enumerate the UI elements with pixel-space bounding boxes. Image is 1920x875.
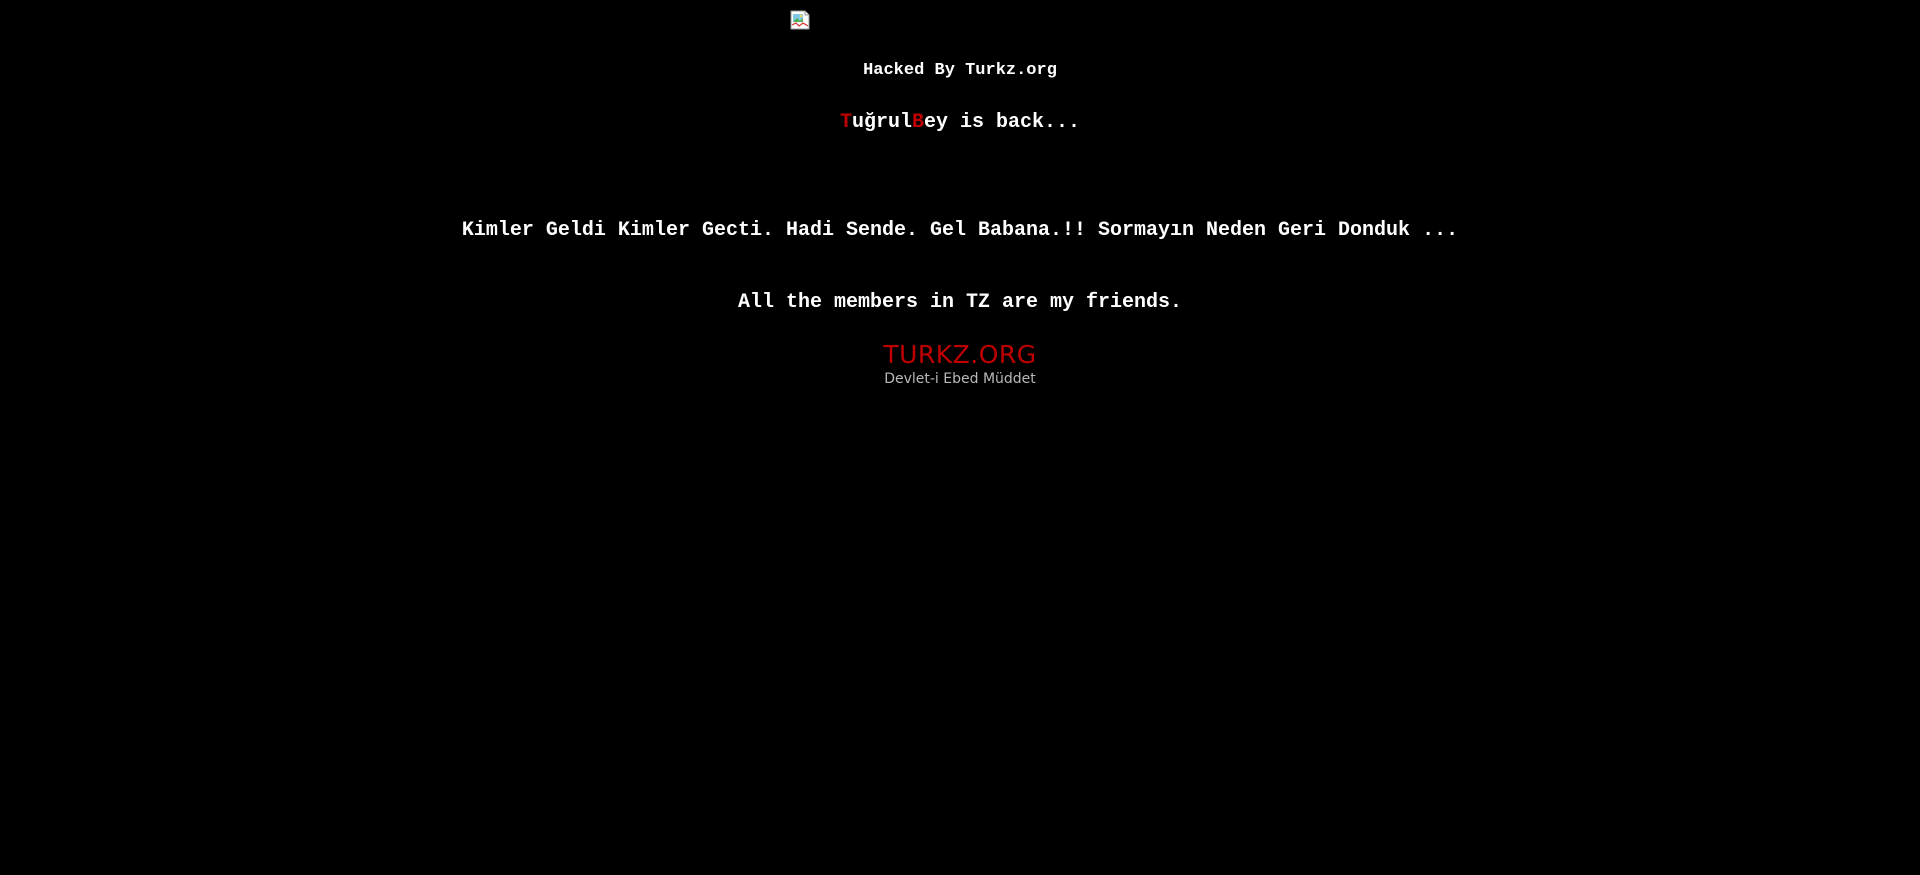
hacked-by-text: Hacked By Turkz.org: [863, 61, 1057, 80]
signature-name-part-2: ey: [924, 111, 949, 134]
signature-name-part-1: uğrul: [851, 111, 912, 134]
friends-heading: All the members in TZ are my friends.: [0, 290, 1920, 316]
signature-suffix: is back...: [948, 111, 1081, 134]
friends-text: All the members in TZ are my friends.: [737, 291, 1183, 314]
signature-heading: TuğrulBey is back...: [0, 110, 1920, 136]
message-text: Kimler Geldi Kimler Gecti. Hadi Sende. G…: [461, 219, 1459, 242]
signature-initial-t: T: [839, 111, 852, 134]
logo-title: TURKZ.ORG: [883, 340, 1037, 369]
logo-tagline: Devlet-i Ebed Müddet: [884, 371, 1036, 387]
message-heading: Kimler Geldi Kimler Gecti. Hadi Sende. G…: [0, 218, 1920, 244]
turkz-logo: TURKZ.ORG Devlet-i Ebed Müddet: [0, 340, 1920, 388]
signature-initial-b: B: [911, 111, 924, 134]
broken-image-icon: [790, 10, 810, 30]
hacked-by-heading: Hacked By Turkz.org: [0, 60, 1920, 82]
